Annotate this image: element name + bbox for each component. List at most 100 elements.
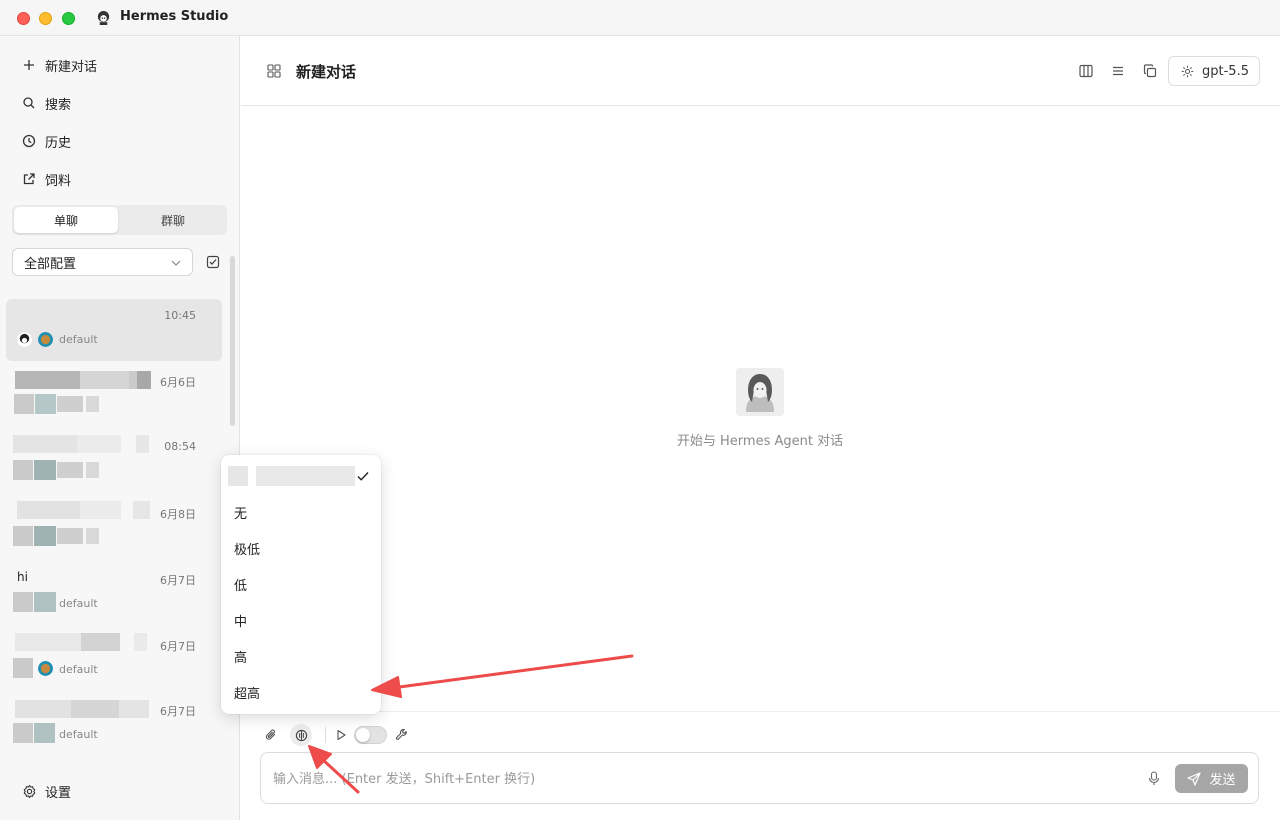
- send-button[interactable]: 发送: [1175, 764, 1248, 793]
- conversation-item[interactable]: hi 6月7日 default: [6, 563, 222, 625]
- conversation-item[interactable]: 6月7日 default: [6, 695, 222, 757]
- settings-label: 设置: [45, 786, 72, 801]
- sidebar-item-feed[interactable]: 饲料: [22, 169, 71, 189]
- hermes-avatar-icon: [17, 332, 32, 347]
- redacted-meta: [57, 462, 83, 478]
- conversation-time: 6月7日: [160, 640, 196, 653]
- model-name: gpt-5.5: [1202, 63, 1249, 79]
- conversation-item[interactable]: 10:45 default: [6, 299, 222, 361]
- conversation-item[interactable]: 08:54: [6, 431, 222, 493]
- conversation-time: 08:54: [164, 440, 196, 453]
- sidebar-item-search[interactable]: 搜索: [22, 93, 71, 113]
- search-icon: [23, 97, 35, 109]
- redacted-meta: [86, 462, 99, 478]
- window-close-button[interactable]: [17, 12, 30, 25]
- redacted-title: [15, 371, 151, 389]
- menu-item-low[interactable]: 低: [221, 566, 381, 602]
- redacted-title: [13, 435, 121, 453]
- wrench-icon[interactable]: [395, 728, 409, 742]
- microphone-icon[interactable]: [1147, 771, 1161, 786]
- chat-type-tabs: 单聊 群聊: [12, 205, 227, 235]
- menu-item-minimal[interactable]: 极低: [221, 530, 381, 566]
- gear-icon: [23, 784, 36, 799]
- default-profile-avatar-icon: [38, 332, 53, 347]
- redacted-avatar: [35, 394, 56, 414]
- check-icon: [357, 472, 369, 481]
- list-icon[interactable]: [1111, 64, 1125, 78]
- paperclip-icon[interactable]: [264, 728, 278, 742]
- redacted-meta: [57, 396, 83, 412]
- conversation-profile: default: [59, 333, 98, 346]
- menu-item-xhigh[interactable]: 超高: [221, 674, 381, 710]
- tab-group-chat[interactable]: 群聊: [121, 207, 225, 233]
- redacted-avatar: [13, 592, 33, 612]
- message-composer: 发送: [260, 752, 1259, 804]
- tab-single-chat[interactable]: 单聊: [14, 207, 118, 233]
- menu-item-high[interactable]: 高: [221, 638, 381, 674]
- redacted-title: [17, 501, 121, 519]
- window-maximize-button[interactable]: [62, 12, 75, 25]
- redacted-title: [134, 633, 147, 651]
- profile-select[interactable]: 全部配置: [12, 248, 193, 276]
- redacted-avatar: [34, 592, 56, 612]
- redacted-title: [15, 700, 149, 718]
- conversation-item[interactable]: 6月8日: [6, 497, 222, 559]
- copy-icon[interactable]: [1143, 64, 1157, 78]
- redacted-avatar: [13, 723, 33, 743]
- chevron-down-icon: [171, 260, 181, 266]
- settings-button[interactable]: 设置: [22, 782, 71, 801]
- conversation-time: 6月8日: [160, 508, 196, 521]
- title-bar: Hermes Studio: [0, 0, 1280, 36]
- sidebar-item-history[interactable]: 历史: [22, 131, 71, 151]
- redacted-meta: [86, 396, 99, 412]
- send-icon: [1187, 771, 1202, 786]
- composer-divider: [241, 711, 1280, 712]
- sidebar-item-new-chat[interactable]: 新建对话: [22, 55, 97, 75]
- redacted-meta: [86, 528, 99, 544]
- sidebar-item-label: 搜索: [45, 97, 72, 113]
- menu-item-selected[interactable]: [221, 458, 381, 494]
- sidebar-item-label: 饲料: [45, 173, 72, 189]
- conversation-item[interactable]: 6月6日: [6, 365, 222, 427]
- model-selector[interactable]: gpt-5.5: [1168, 56, 1260, 86]
- default-profile-avatar-icon: [38, 661, 53, 676]
- plus-icon: [24, 60, 34, 70]
- redacted-title: [133, 501, 150, 519]
- main-header: 新建对话 gpt-5.5: [241, 36, 1280, 106]
- conversation-title: hi: [17, 570, 28, 584]
- redacted-avatar: [13, 460, 33, 480]
- menu-item-medium[interactable]: 中: [221, 602, 381, 638]
- reasoning-effort-button[interactable]: [290, 724, 312, 746]
- grid-icon[interactable]: [267, 64, 281, 78]
- redacted-option-icon: [228, 466, 248, 486]
- conversation-time: 6月7日: [160, 574, 196, 587]
- sparkle-icon: [1181, 65, 1194, 77]
- redacted-avatar: [34, 723, 55, 743]
- multi-select-icon[interactable]: [206, 255, 220, 269]
- redacted-option-label: [256, 466, 355, 486]
- conversation-time: 10:45: [164, 309, 196, 322]
- conversation-list-scrollbar[interactable]: [230, 256, 235, 426]
- reasoning-effort-menu: 无 极低 低 中 高 超高: [221, 455, 381, 714]
- redacted-title: [136, 435, 149, 453]
- annotation-arrow: [371, 654, 634, 698]
- hermes-logo-icon: [97, 10, 110, 25]
- hermes-portrait-icon: [736, 368, 784, 416]
- empty-state-text: 开始与 Hermes Agent 对话: [676, 434, 844, 449]
- redacted-avatar: [13, 658, 33, 678]
- message-input[interactable]: [273, 768, 1133, 790]
- conversation-profile: default: [59, 663, 98, 676]
- mode-toggle[interactable]: [354, 726, 387, 744]
- play-icon[interactable]: [334, 728, 348, 742]
- hermes-agent-avatar: [736, 368, 784, 416]
- conversation-time: 6月7日: [160, 705, 196, 718]
- conversation-item[interactable]: 6月7日 default: [6, 629, 222, 691]
- conversation-profile: default: [59, 597, 98, 610]
- send-label: 发送: [1209, 773, 1236, 788]
- menu-item-none[interactable]: 无: [221, 494, 381, 530]
- redacted-avatar: [34, 460, 56, 480]
- window-minimize-button[interactable]: [39, 12, 52, 25]
- conversation-time: 6月6日: [160, 376, 196, 389]
- columns-icon[interactable]: [1079, 64, 1093, 78]
- page-title: 新建对话: [296, 63, 357, 81]
